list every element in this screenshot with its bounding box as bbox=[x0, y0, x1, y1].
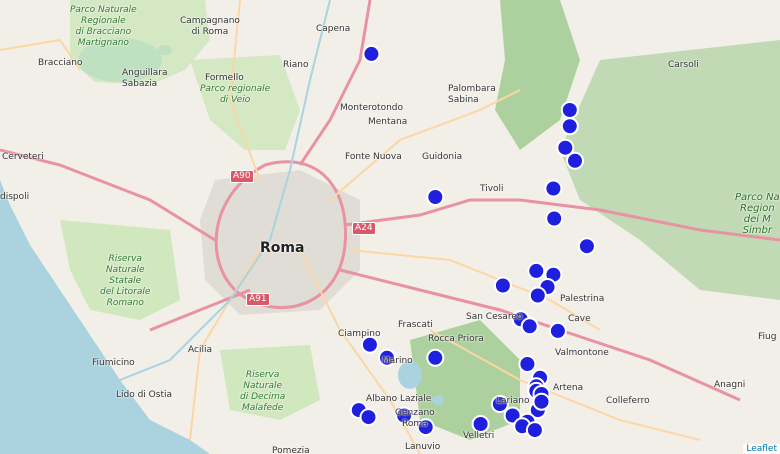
attribution-link[interactable]: Leaflet bbox=[743, 444, 780, 454]
label-parco-bracciano: Parco Naturale Regionale di Bracciano Ma… bbox=[70, 5, 137, 48]
label-lanuvio: Lanuvio bbox=[405, 442, 441, 452]
label-marino: Marino bbox=[382, 356, 413, 366]
label-anagni: Anagni bbox=[714, 380, 746, 390]
map-marker[interactable] bbox=[493, 276, 512, 295]
label-riserva-decima: Riserva Naturale di Decima Malafede bbox=[240, 370, 286, 413]
map-viewport[interactable]: A90 A24 A91 Roma Parco Naturale Regional… bbox=[0, 0, 780, 454]
label-anguillara: Anguillara Sabazia bbox=[122, 68, 168, 89]
map-marker[interactable] bbox=[560, 101, 579, 119]
label-monterotondo: Monterotondo bbox=[340, 103, 404, 113]
map-marker[interactable] bbox=[426, 348, 445, 367]
label-bracciano: Bracciano bbox=[38, 58, 83, 68]
label-cave: Cave bbox=[568, 314, 591, 324]
map-marker[interactable] bbox=[545, 209, 564, 228]
label-capena: Capena bbox=[316, 24, 351, 34]
label-lido: Lido di Ostia bbox=[116, 390, 172, 400]
label-formello: Formello bbox=[205, 73, 244, 83]
label-fiuggi: Fiug bbox=[758, 332, 777, 342]
label-colleferro: Colleferro bbox=[606, 396, 650, 406]
label-lariano: Lariano bbox=[496, 396, 530, 406]
map-marker[interactable] bbox=[528, 286, 547, 305]
map-marker[interactable] bbox=[359, 408, 378, 427]
label-parco-simbruini: Parco Na Region dei M Simbr bbox=[735, 192, 780, 236]
label-albano: Albano Laziale bbox=[366, 394, 432, 404]
label-palombara: Palombara Sabina bbox=[448, 84, 496, 105]
label-san-cesareo: San Cesareo bbox=[466, 312, 523, 322]
map-marker[interactable] bbox=[548, 321, 567, 340]
label-fiumicino: Fiumicino bbox=[92, 358, 135, 368]
map-marker[interactable] bbox=[577, 237, 596, 256]
label-ladispoli: dispoli bbox=[0, 192, 30, 202]
map-marker[interactable] bbox=[471, 415, 490, 433]
map-marker[interactable] bbox=[362, 44, 381, 63]
label-pomezia: Pomezia bbox=[272, 446, 310, 454]
label-guidonia: Guidonia bbox=[422, 152, 463, 162]
map-marker[interactable] bbox=[527, 261, 546, 280]
label-valmontone: Valmontone bbox=[555, 348, 609, 358]
label-fonte-nuova: Fonte Nuova bbox=[345, 152, 402, 162]
map-marker[interactable] bbox=[520, 317, 539, 336]
map-marker[interactable] bbox=[532, 392, 551, 411]
label-velletri: Velletri bbox=[463, 431, 495, 441]
map-marker[interactable] bbox=[544, 179, 563, 198]
road-shield-a90: A90 bbox=[230, 170, 254, 183]
road-shield-a24: A24 bbox=[352, 222, 376, 235]
map-marker[interactable] bbox=[566, 151, 584, 170]
map-marker[interactable] bbox=[518, 355, 537, 373]
label-mentana: Mentana bbox=[368, 117, 408, 127]
label-tivoli: Tivoli bbox=[480, 184, 504, 194]
label-parco-veio: Parco regionale di Veio bbox=[200, 84, 271, 105]
label-riano: Riano bbox=[283, 60, 309, 70]
label-cerveteri: Cerveteri bbox=[2, 152, 44, 162]
label-frascati: Frascati bbox=[398, 320, 433, 330]
road-shield-a91: A91 bbox=[246, 293, 270, 306]
map-marker[interactable] bbox=[426, 188, 445, 206]
label-ciampino: Ciampino bbox=[338, 329, 381, 339]
map-marker[interactable] bbox=[525, 421, 544, 440]
label-carsoli: Carsoli bbox=[668, 60, 699, 70]
label-palestrina: Palestrina bbox=[560, 294, 605, 304]
label-rocca-priora: Rocca Priora bbox=[428, 334, 484, 344]
forest-east bbox=[560, 40, 780, 300]
label-acilia: Acilia bbox=[188, 345, 212, 355]
label-riserva-litorale: Riserva Naturale Statale del Litorale Ro… bbox=[100, 254, 151, 308]
map-marker[interactable] bbox=[560, 117, 579, 136]
label-campagnano: Campagnano di Roma bbox=[180, 16, 240, 37]
label-genzano: Genzano Roma bbox=[395, 408, 435, 429]
map-base bbox=[0, 0, 780, 454]
label-artena: Artena bbox=[553, 383, 584, 393]
lake-nemi bbox=[432, 395, 444, 405]
label-roma: Roma bbox=[260, 240, 305, 256]
